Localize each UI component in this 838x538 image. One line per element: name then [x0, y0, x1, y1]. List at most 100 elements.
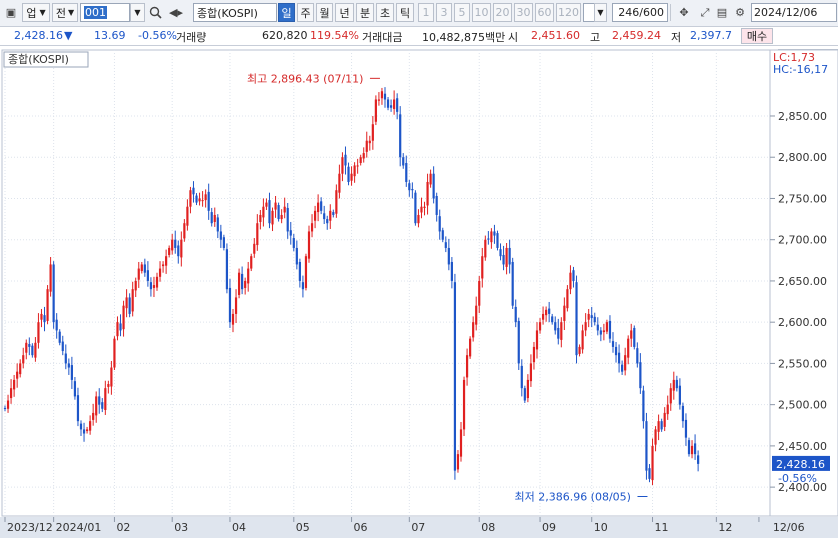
candle-body: [554, 322, 557, 331]
divider: [670, 4, 671, 21]
candle-body: [158, 268, 162, 277]
minute-dropdown-button[interactable]: ▼: [594, 3, 607, 22]
candle-body: [630, 330, 633, 339]
candle-body: [499, 249, 502, 257]
candle-body: [28, 344, 31, 347]
candle-body: [22, 355, 25, 364]
candle-body: [64, 353, 67, 364]
last-price-label: 2,428.16: [776, 458, 825, 471]
candle-body: [396, 98, 399, 112]
candle-body: [40, 313, 43, 320]
volume-value: 620,820: [262, 29, 308, 42]
buy-button[interactable]: 매수: [741, 28, 773, 44]
candlestick-chart[interactable]: 2,400.002,450.002,500.002,550.002,600.00…: [0, 46, 838, 538]
period-tick-button[interactable]: 틱: [396, 3, 414, 22]
candle-body: [274, 202, 277, 210]
candle-body: [502, 254, 505, 265]
candle-body: [414, 192, 417, 224]
save-icon[interactable]: ▤: [714, 3, 730, 22]
candle-body: [344, 154, 347, 166]
minute-10-button[interactable]: 10: [472, 3, 491, 22]
window-icon[interactable]: ▣: [2, 3, 20, 22]
candle-body: [67, 363, 70, 368]
candle-body: [508, 247, 511, 265]
candle-body: [247, 268, 250, 284]
gear-icon[interactable]: ⚙: [731, 3, 749, 22]
candle-body: [268, 200, 271, 224]
speaker-icon[interactable]: ◀▸: [165, 3, 187, 22]
candle-body: [575, 282, 578, 356]
candle-body: [107, 384, 110, 387]
minute-30-button[interactable]: 30: [514, 3, 533, 22]
zoom-icon[interactable]: ⤢: [696, 3, 714, 22]
crosshair-icon[interactable]: ✥: [673, 3, 695, 22]
count-field[interactable]: 246/600: [612, 3, 668, 22]
period-minute-button[interactable]: 분: [356, 3, 374, 22]
candle-body: [481, 256, 484, 279]
candle-body: [134, 280, 137, 291]
candle-body: [526, 379, 529, 399]
candle-body: [684, 419, 688, 438]
minute-5-button[interactable]: 5: [454, 3, 470, 22]
candle-body: [572, 270, 575, 281]
candle-body: [16, 371, 19, 379]
search-icon[interactable]: [147, 3, 164, 22]
candle-body: [110, 367, 113, 387]
candle-body: [538, 322, 542, 331]
x-tick-label: 11: [655, 521, 669, 534]
minute-20-button[interactable]: 20: [493, 3, 512, 22]
period-second-button[interactable]: 초: [376, 3, 394, 22]
hc-indicator: HC:-16,17: [773, 63, 828, 76]
candle-body: [548, 308, 551, 314]
low-value: 2,397.7: [690, 29, 732, 42]
code-input[interactable]: 001: [80, 3, 130, 22]
date-field[interactable]: 2024/12/06: [751, 3, 837, 22]
candle-body: [146, 270, 149, 281]
x-tick-label: 05: [296, 521, 310, 534]
max-annotation: 최고 2,896.43 (07/11): [247, 72, 364, 85]
candle-body: [292, 238, 295, 248]
period-month-button[interactable]: 월: [316, 3, 333, 22]
candle-body: [469, 338, 472, 357]
candle-body: [234, 297, 238, 314]
candle-body: [119, 323, 122, 331]
candle-body: [435, 195, 438, 215]
type-dropdown[interactable]: 업 ▼: [22, 3, 50, 22]
candle-body: [596, 324, 599, 331]
minute-120-button[interactable]: 120: [556, 3, 581, 22]
x-tick-label: 2023/12: [7, 521, 53, 534]
code-dropdown-button[interactable]: ▼: [130, 3, 145, 22]
volume-pct: 119.54%: [310, 29, 359, 42]
period-year-button[interactable]: 년: [335, 3, 354, 22]
candle-body: [383, 93, 387, 100]
period-week-button[interactable]: 주: [297, 3, 314, 22]
candle-body: [198, 198, 201, 202]
candle-body: [6, 400, 10, 409]
candle-body: [122, 305, 125, 330]
candle-body: [675, 379, 678, 389]
candle-body: [9, 388, 13, 399]
candle-body: [459, 429, 463, 457]
candle-body: [262, 206, 265, 218]
candle-body: [627, 338, 630, 358]
candle-body: [645, 421, 648, 471]
candle-body: [374, 99, 377, 122]
period-day-button[interactable]: 일: [278, 3, 295, 22]
candle-body: [453, 282, 457, 471]
minute-1-button[interactable]: 1: [418, 3, 434, 22]
candle-body: [244, 280, 247, 288]
candle-body: [289, 230, 292, 236]
candle-body: [496, 233, 499, 248]
candle-body: [46, 289, 49, 321]
candle-body: [76, 395, 80, 422]
candle-body: [19, 363, 22, 375]
candle-body: [456, 454, 460, 470]
prev-dropdown[interactable]: 전 ▼: [52, 3, 78, 22]
candle-body: [137, 268, 140, 280]
candle-body: [25, 342, 28, 353]
candle-body: [566, 289, 569, 309]
minute-60-button[interactable]: 60: [535, 3, 554, 22]
x-tick-label: 12/06: [773, 521, 805, 534]
candle-body: [462, 379, 466, 430]
minute-3-button[interactable]: 3: [436, 3, 452, 22]
